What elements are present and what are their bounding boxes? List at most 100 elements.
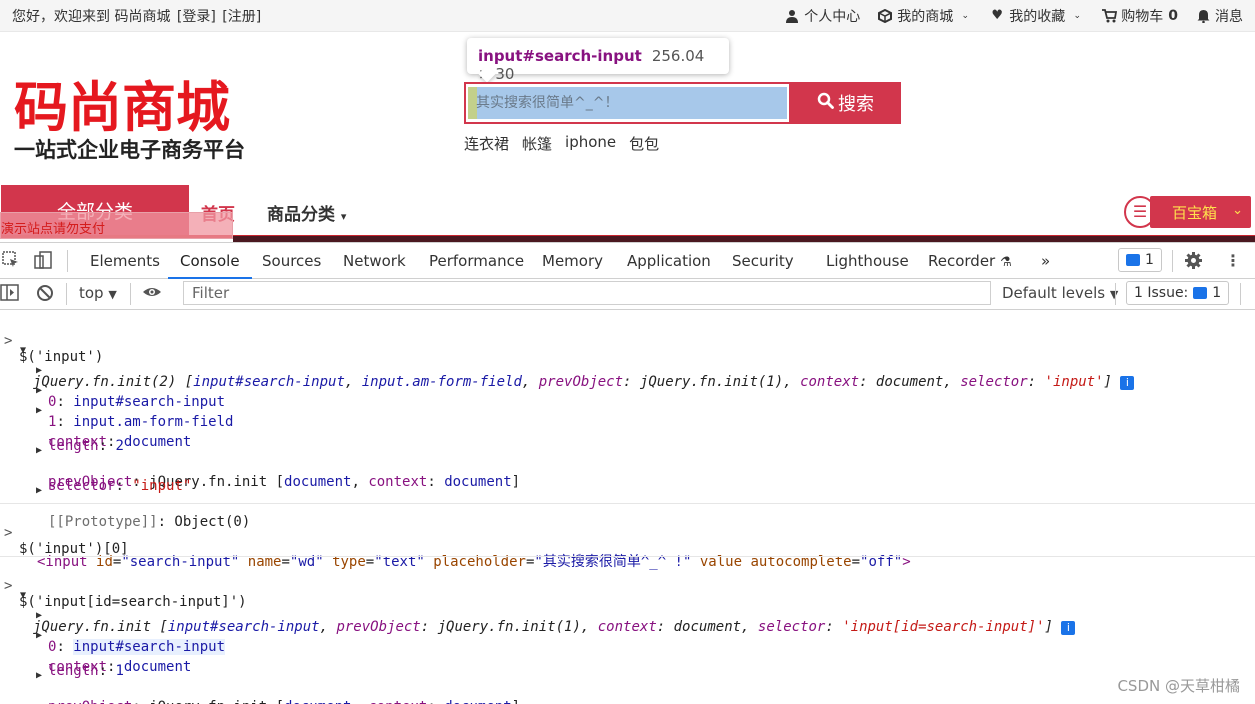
- context-selector[interactable]: top ▼: [79, 284, 117, 302]
- search-input[interactable]: [476, 87, 786, 119]
- hotword-link[interactable]: 连衣裙: [464, 133, 509, 154]
- tab-security[interactable]: Security: [732, 252, 794, 270]
- hotword-link[interactable]: iphone: [565, 133, 616, 154]
- messages-label: 消息: [1215, 9, 1243, 25]
- watermark: CSDN @天草柑橘: [1117, 677, 1240, 695]
- favorites-label: 我的收藏: [1009, 9, 1066, 25]
- console-toolbar: top ▼ Filter Default levels ▼ 1 Issue: 1: [0, 279, 1255, 310]
- welcome-label: 您好，欢迎来到 码尚商城: [12, 9, 171, 25]
- console-divider: [0, 556, 1255, 557]
- my-mall-menu[interactable]: 我的商城 ⌄: [878, 6, 972, 26]
- expand-triangle-icon[interactable]: ▶: [36, 670, 42, 681]
- expand-triangle-icon[interactable]: ▶: [36, 485, 42, 496]
- expand-triangle-icon[interactable]: ▶: [36, 385, 42, 396]
- expand-triangle-icon[interactable]: ▶: [36, 445, 42, 456]
- treasure-box-label: 百宝箱: [1172, 203, 1218, 222]
- login-link[interactable]: [登录]: [177, 9, 216, 25]
- hot-keywords: 连衣裙 帐篷 iphone 包包: [464, 133, 659, 154]
- expand-triangle-icon[interactable]: ▶: [36, 630, 42, 641]
- log-levels-dropdown[interactable]: Default levels ▼: [1002, 284, 1118, 302]
- search-button[interactable]: 搜索: [790, 82, 901, 124]
- log-levels-label: Default levels: [1002, 284, 1106, 302]
- more-tabs-icon[interactable]: »: [1041, 252, 1050, 270]
- message-icon: [1193, 287, 1208, 299]
- flask-icon: ⚗: [1000, 255, 1012, 270]
- expand-triangle-icon[interactable]: ▶: [36, 365, 42, 376]
- issues-count: 1: [1212, 285, 1222, 301]
- user-icon: [785, 9, 799, 23]
- issues-label: 1 Issue:: [1134, 285, 1189, 301]
- tabbar-separator: [1172, 250, 1173, 272]
- gear-icon[interactable]: [1184, 251, 1203, 274]
- issues-badge[interactable]: 1 Issue: 1: [1126, 281, 1230, 305]
- tooltip-selector: input#search-input: [478, 47, 642, 65]
- message-icon: [1126, 254, 1140, 266]
- search-box: [464, 82, 791, 124]
- cart-link[interactable]: 购物车 0: [1102, 6, 1178, 26]
- chevron-down-icon: ⌄: [1232, 203, 1243, 218]
- console-filter-input[interactable]: Filter: [183, 281, 991, 305]
- inspector-tooltip: input#search-input 256.04 × 30: [467, 38, 729, 83]
- tab-performance[interactable]: Performance: [429, 252, 524, 270]
- eye-icon[interactable]: [142, 284, 162, 304]
- tab-recorder[interactable]: Recorder ⚗: [928, 252, 1012, 270]
- expand-triangle-icon[interactable]: ▶: [36, 405, 42, 416]
- chevron-down-icon: ⌄: [1073, 11, 1082, 21]
- inspect-element-icon[interactable]: [2, 251, 20, 273]
- cart-label: 购物车: [1121, 9, 1164, 25]
- welcome-text: 您好，欢迎来到 码尚商城 [登录] [注册]: [12, 6, 263, 26]
- favorites-menu[interactable]: ♥ 我的收藏 ⌄: [990, 6, 1084, 26]
- tabbar-separator: [67, 250, 68, 272]
- tab-sources[interactable]: Sources: [262, 252, 321, 270]
- nav-categories-label: 商品分类: [267, 205, 335, 225]
- filter-placeholder: Filter: [192, 284, 230, 302]
- tab-console[interactable]: Console: [168, 252, 252, 279]
- hotword-link[interactable]: 包包: [629, 133, 659, 154]
- personal-center-link[interactable]: 个人中心: [785, 6, 860, 26]
- hotword-link[interactable]: 帐篷: [522, 133, 552, 154]
- cube-icon: [878, 8, 893, 24]
- device-toolbar-icon[interactable]: [34, 251, 52, 273]
- devtools-tabbar: Elements Console Sources Network Perform…: [0, 242, 1255, 279]
- expand-triangle-icon[interactable]: ▼: [20, 345, 26, 356]
- my-mall-label: 我的商城: [897, 9, 954, 25]
- toolbar-separator: [1240, 283, 1241, 305]
- cart-icon: [1102, 9, 1118, 23]
- cart-count: 0: [1168, 8, 1178, 24]
- site-logo[interactable]: 码尚商城 一站式企业电子商务平台: [14, 78, 264, 168]
- site-topbar: 您好，欢迎来到 码尚商城 [登录] [注册] 个人中心 我的商城 ⌄ ♥ 我的收…: [0, 0, 1255, 32]
- tab-recorder-label: Recorder: [928, 252, 996, 270]
- heart-icon: ♥: [991, 8, 1004, 23]
- chevron-down-icon: ⌄: [961, 11, 970, 21]
- tab-lighthouse[interactable]: Lighthouse: [826, 252, 909, 270]
- toolbar-separator: [66, 283, 67, 305]
- caret-down-icon: ▾: [340, 210, 347, 223]
- personal-center-label: 个人中心: [804, 9, 861, 25]
- tab-memory[interactable]: Memory: [542, 252, 603, 270]
- expand-triangle-icon[interactable]: ▶: [36, 610, 42, 621]
- messages-link[interactable]: 消息: [1196, 6, 1243, 26]
- nav-categories[interactable]: 商品分类 ▾: [267, 200, 346, 225]
- kebab-menu-icon[interactable]: ⋮: [1225, 251, 1241, 270]
- tab-network[interactable]: Network: [343, 252, 406, 270]
- caret-down-icon: ▼: [108, 288, 117, 301]
- sidebar-toggle-icon[interactable]: [0, 284, 19, 305]
- context-label: top: [79, 284, 104, 302]
- register-link[interactable]: [注册]: [222, 9, 261, 25]
- logo-slogan: 一站式企业电子商务平台: [14, 137, 245, 162]
- bell-icon: [1196, 9, 1210, 24]
- object-property: selector: "input[id=search-input]": [0, 687, 1255, 704]
- toolbar-separator: [130, 283, 131, 305]
- search-button-label: 搜索: [838, 94, 874, 114]
- demo-notice: 演示站点请勿支付: [0, 212, 233, 239]
- console-messages-badge[interactable]: 1: [1118, 248, 1162, 272]
- console-divider: [0, 503, 1255, 504]
- console-output: > $('input') ▼ jQuery.fn.init(2) [input#…: [0, 311, 1255, 704]
- expand-triangle-icon[interactable]: ▼: [20, 590, 26, 601]
- toolbar-separator: [1115, 283, 1116, 305]
- message-count: 1: [1145, 252, 1154, 268]
- treasure-box-button[interactable]: 百宝箱 ⌄: [1150, 196, 1251, 228]
- tab-elements[interactable]: Elements: [90, 252, 160, 270]
- clear-console-icon[interactable]: [36, 284, 54, 306]
- tab-application[interactable]: Application: [627, 252, 711, 270]
